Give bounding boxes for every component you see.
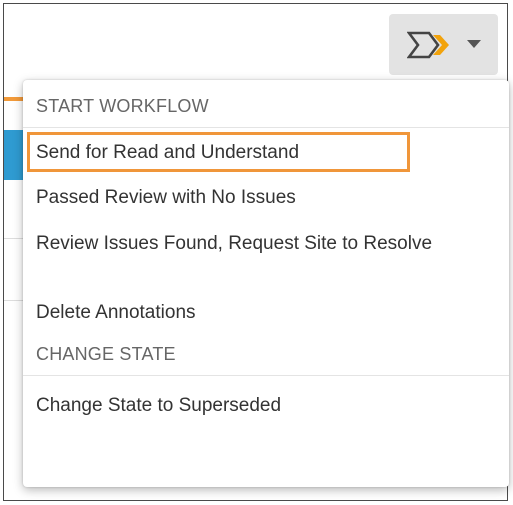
menu-item-change-state-superseded[interactable]: Change State to Superseded — [23, 376, 509, 434]
start-workflow-header: START WORKFLOW — [23, 86, 509, 128]
menu-item-review-issues-found[interactable]: Review Issues Found, Request Site to Res… — [23, 222, 509, 290]
background-orange-bar — [4, 97, 24, 101]
workflow-icon — [406, 30, 453, 60]
background-blue-bar — [4, 130, 24, 180]
workflow-actions-button[interactable] — [389, 14, 498, 75]
background-divider — [4, 300, 24, 301]
change-state-header: CHANGE STATE — [23, 334, 509, 376]
workflow-dropdown-menu: START WORKFLOW Send for Read and Underst… — [23, 80, 509, 487]
menu-item-send-for-read-and-understand[interactable]: Send for Read and Understand — [27, 132, 410, 172]
menu-item-passed-review[interactable]: Passed Review with No Issues — [23, 172, 509, 222]
background-divider — [4, 238, 24, 239]
menu-item-delete-annotations[interactable]: Delete Annotations — [23, 290, 509, 334]
caret-down-icon — [466, 40, 481, 49]
